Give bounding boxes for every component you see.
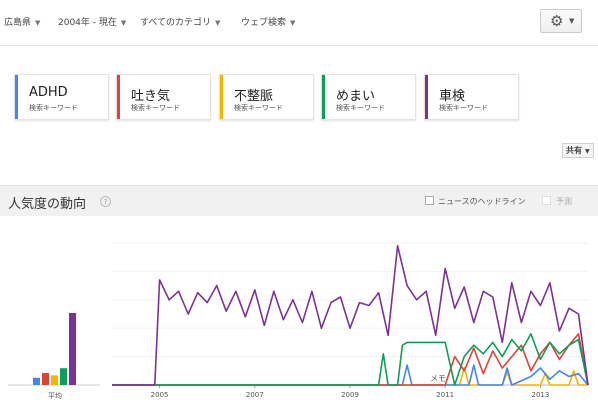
news-headlines-label: ニュースのヘッドライン: [438, 197, 526, 206]
term-card-car-inspection[interactable]: 車検 検索キーワード: [424, 74, 519, 120]
gear-icon: ⚙: [550, 12, 564, 30]
x-tick-label: 2007: [246, 391, 264, 399]
term-color-bar: [425, 75, 428, 119]
term-card-adhd[interactable]: ADHD 検索キーワード: [14, 74, 109, 120]
term-sublabel: 検索キーワード: [234, 104, 283, 112]
chevron-down-icon: ▼: [215, 19, 221, 27]
news-headlines-checkbox[interactable]: [425, 196, 434, 205]
average-bar: [69, 313, 76, 385]
term-label: ADHD: [29, 85, 68, 100]
header-divider: [0, 45, 598, 46]
chevron-down-icon: ▼: [120, 19, 127, 27]
term-label: 車検: [439, 89, 466, 104]
filter-search-type[interactable]: ウェブ検索 ▼: [241, 15, 295, 28]
series-line[interactable]: [112, 364, 589, 386]
forecast-label: 予測: [556, 197, 572, 206]
share-button[interactable]: 共有 ▼: [562, 143, 594, 158]
term-sublabel: 検索キーワード: [439, 104, 488, 112]
term-sublabel: 検索キーワード: [131, 104, 180, 112]
average-label: 平均: [48, 391, 62, 400]
chevron-down-icon: ▼: [290, 19, 296, 27]
term-card-nausea[interactable]: 吐き気 検索キーワード: [116, 74, 211, 120]
chevron-down-icon: ▼: [35, 19, 41, 27]
term-color-bar: [117, 75, 120, 119]
settings-button[interactable]: ⚙ ▼: [540, 9, 582, 33]
term-label: めまい: [336, 89, 376, 104]
series-line[interactable]: [112, 244, 589, 386]
chevron-down-icon: ▼: [569, 17, 575, 25]
term-sublabel: 検索キーワード: [336, 104, 385, 112]
chart-gridlines: [112, 242, 588, 386]
filter-time-range-label: 2004年 - 現在: [58, 18, 117, 28]
term-color-bar: [322, 75, 325, 119]
filter-category[interactable]: すべてのカテゴリ ▼: [140, 15, 220, 28]
section-title: 人気度の動向: [8, 197, 87, 212]
x-tick-label: 2011: [436, 391, 454, 399]
average-chart: 平均: [8, 313, 100, 400]
x-tick-label: 2013: [531, 391, 549, 399]
chart-series: [112, 244, 589, 386]
average-bar: [42, 373, 49, 385]
filter-category-label: すべてのカテゴリ: [140, 18, 212, 28]
average-bar: [60, 368, 67, 385]
x-tick-label: 2009: [341, 391, 359, 399]
series-line[interactable]: [112, 333, 589, 386]
term-label: 不整脈: [234, 89, 274, 104]
filter-search-type-label: ウェブ検索: [241, 18, 287, 28]
chevron-down-icon: ▼: [585, 148, 590, 155]
chart-annotation[interactable]: メモ: [430, 374, 446, 383]
term-sublabel: 検索キーワード: [29, 104, 78, 112]
x-axis-ticks: 2005 2007 2009 2011 2013: [151, 385, 549, 399]
filter-region[interactable]: 広島県 ▼: [4, 15, 40, 28]
term-card-dizziness[interactable]: めまい 検索キーワード: [321, 74, 416, 120]
filter-time-range[interactable]: 2004年 - 現在 ▼: [58, 15, 126, 28]
x-tick-label: 2005: [151, 391, 169, 399]
help-icon[interactable]: ?: [100, 196, 111, 207]
average-bar: [33, 377, 40, 385]
term-color-bar: [220, 75, 223, 119]
term-label: 吐き気: [131, 89, 171, 104]
share-button-label: 共有: [566, 146, 582, 155]
term-card-arrhythmia[interactable]: 不整脈 検索キーワード: [219, 74, 314, 120]
trend-chart: 2005 2007 2009 2011 2013 メモ: [112, 242, 589, 399]
filter-region-label: 広島県: [4, 18, 32, 28]
average-bar: [51, 375, 58, 385]
forecast-checkbox[interactable]: [542, 196, 551, 205]
term-color-bar: [15, 75, 18, 119]
series-line[interactable]: [112, 333, 589, 386]
